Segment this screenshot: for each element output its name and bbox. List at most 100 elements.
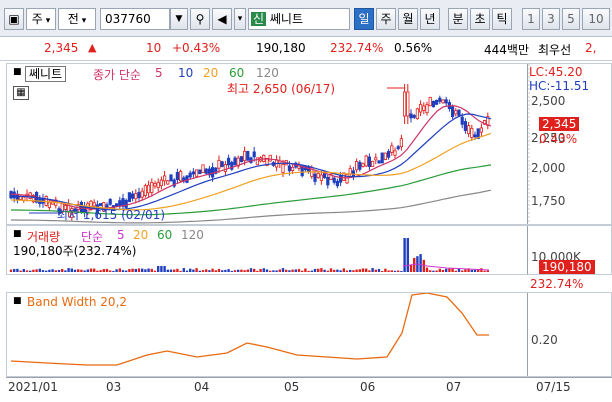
volume-bar — [304, 268, 307, 272]
candle-body — [198, 169, 202, 175]
period-tab-year[interactable]: 년 — [420, 8, 440, 30]
candle-body — [431, 100, 436, 108]
candle-body — [287, 165, 292, 172]
volume-bar — [134, 268, 137, 272]
ma120-label[interactable]: 120 — [256, 66, 279, 80]
window-icon[interactable]: ▣ — [4, 8, 24, 30]
speaker-icon[interactable]: ◀ — [212, 8, 232, 30]
volume-bar — [438, 268, 441, 272]
candle-body — [380, 152, 384, 164]
volume-bar — [374, 269, 377, 272]
market-all-select[interactable]: 전 ▾ — [58, 8, 96, 30]
search-icon[interactable]: ⚲ — [190, 8, 210, 30]
volume-bar — [265, 269, 269, 272]
volume-bar — [253, 268, 256, 272]
ma10-label[interactable]: 10 — [178, 66, 193, 80]
minute-option-3[interactable]: 3 — [542, 8, 560, 30]
volume-bar — [217, 268, 221, 272]
volume-bar — [285, 269, 288, 272]
volume-bar — [208, 270, 211, 272]
volume-bar — [128, 269, 131, 272]
price-change-pct: +0.43% — [172, 41, 221, 55]
volume-bar — [355, 269, 358, 272]
table-icon[interactable]: ▦ — [13, 86, 29, 100]
ma20-label[interactable]: 20 — [203, 66, 218, 80]
vol-ma60-label[interactable]: 60 — [157, 228, 172, 242]
volume-bar — [144, 269, 147, 272]
candle-body — [131, 193, 135, 199]
candle-body — [367, 156, 372, 167]
candle-body — [178, 171, 183, 182]
candle-body — [425, 104, 429, 114]
candle-body — [399, 138, 404, 148]
vol-ma120-label[interactable]: 120 — [181, 228, 204, 242]
period-tab-week[interactable]: 주 — [376, 8, 396, 30]
volume-bar — [381, 270, 384, 272]
ma60-label[interactable]: 60 — [229, 66, 244, 80]
candle-body — [386, 151, 391, 158]
volume-bar — [361, 268, 365, 272]
stock-name-field[interactable]: 신 쎄니트 — [248, 8, 350, 30]
period-tab-month[interactable]: 월 — [398, 8, 418, 30]
chart-toolbar: ▣ 주 ▾ 전 ▾ 037760 ▼ ⚲ ◀ ▾ 신 쎄니트 일 주 월 년 분… — [0, 0, 612, 37]
period-tab-second[interactable]: 초 — [470, 8, 490, 30]
candle-body — [156, 181, 160, 188]
candle-body — [358, 161, 362, 170]
volume-bar — [483, 270, 486, 272]
candle-body — [290, 166, 295, 171]
volume-bar — [262, 268, 265, 272]
candle-body — [239, 156, 243, 163]
volume-current-info: 190,180주(232.74%) — [13, 244, 137, 258]
volume-bar — [141, 268, 144, 272]
volume-y-axis — [527, 226, 528, 274]
period-tab-day[interactable]: 일 — [354, 8, 374, 30]
price-chart-panel[interactable]: ■ 쎄니트 종가 단순 5 10 20 60 120 ▦ 최고 2,650 (0… — [6, 63, 612, 225]
candle-body — [383, 152, 388, 161]
market-type-select[interactable]: 주 ▾ — [26, 8, 56, 30]
volume-bar — [150, 268, 153, 272]
price-legend-ma-label[interactable]: 종가 단순 — [93, 66, 141, 83]
volume-bar — [157, 266, 160, 272]
candle-body — [374, 157, 378, 161]
code-dropdown-button[interactable]: ▼ — [170, 8, 188, 30]
bandwidth-legend[interactable]: Band Width 20,2 — [27, 295, 127, 309]
candle-body — [473, 134, 477, 138]
volume-bar — [278, 269, 281, 272]
candle-body — [319, 174, 324, 181]
candle-body — [194, 169, 199, 177]
vol-ma20-label[interactable]: 20 — [133, 228, 148, 242]
turnover-ratio: 0.56% — [394, 41, 433, 55]
volume-bar — [38, 268, 41, 272]
stock-code-input[interactable]: 037760 — [100, 8, 170, 30]
volume-bar — [57, 269, 61, 272]
minute-option-5[interactable]: 5 — [562, 8, 580, 30]
x-label-06: 06 — [360, 380, 376, 394]
candle-body — [313, 173, 317, 182]
speaker-dropdown-button[interactable]: ▾ — [234, 8, 246, 30]
period-tab-tick[interactable]: 틱 — [492, 8, 512, 30]
vol-ma5-label[interactable]: 5 — [117, 228, 125, 242]
volume-chart-panel[interactable]: ■ 거래량 단순 5 20 60 120 190,180주(232.74%) 1… — [6, 225, 612, 275]
volume-bar — [256, 270, 259, 272]
quote-info-bar: 2,345 ▲ 10 +0.43% 190,180 232.74% 0.56% … — [0, 37, 612, 61]
candle-body — [217, 159, 221, 169]
trade-amount: 444백만 — [484, 43, 529, 57]
volume-bar — [173, 269, 176, 272]
volume-bar — [342, 268, 345, 272]
volume-bar — [470, 269, 473, 272]
preferred-label: 최우선 — [538, 43, 572, 57]
volume-bar — [109, 270, 112, 272]
volume-bar — [339, 270, 342, 272]
minute-option-1[interactable]: 1 — [522, 8, 540, 30]
ma5-label[interactable]: 5 — [155, 66, 163, 80]
candle-body — [351, 170, 356, 177]
bandwidth-y-axis — [527, 293, 528, 376]
minute-option-10[interactable]: 10 — [582, 8, 610, 30]
candle-body — [153, 183, 157, 187]
bandwidth-legend-bullet-icon: ■ — [13, 296, 22, 306]
candle-body — [348, 168, 352, 175]
price-legend-name[interactable]: 쎄니트 — [25, 66, 67, 82]
bandwidth-chart-panel[interactable]: ■ Band Width 20,2 0.20 — [6, 292, 612, 377]
period-tab-minute[interactable]: 분 — [448, 8, 468, 30]
candle-body — [246, 150, 250, 161]
